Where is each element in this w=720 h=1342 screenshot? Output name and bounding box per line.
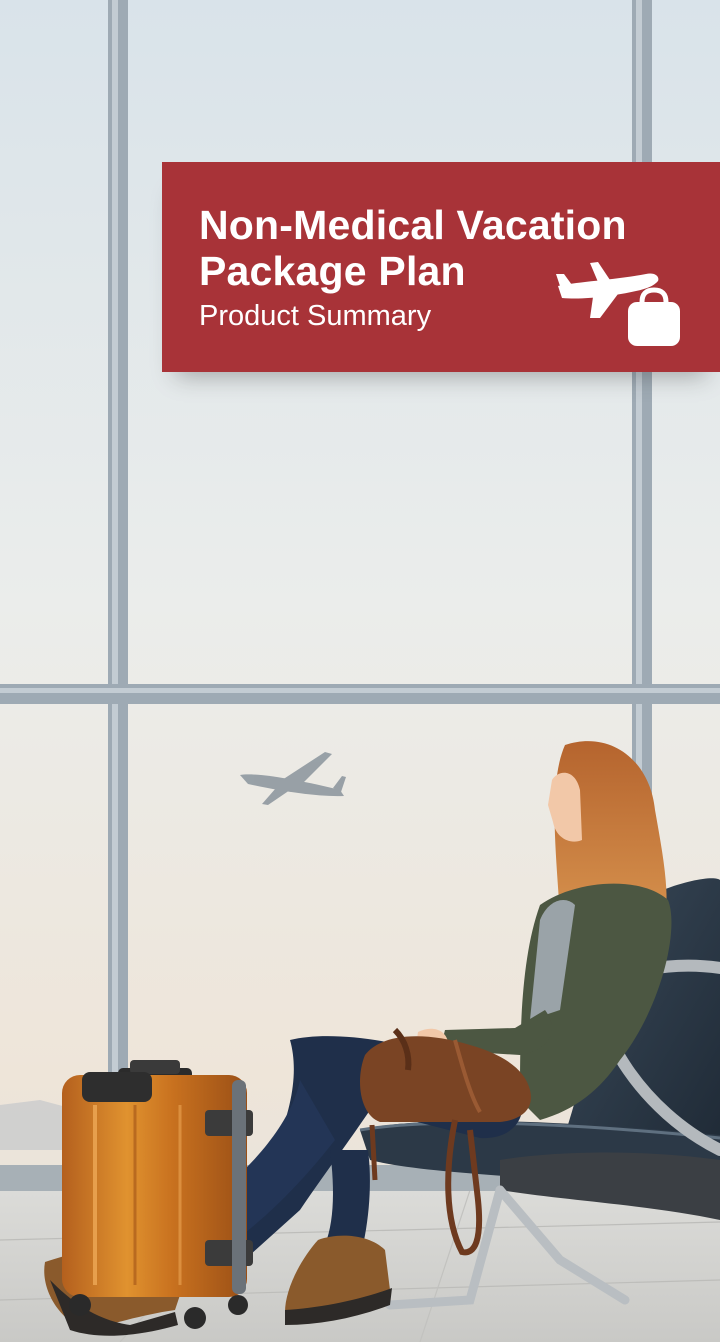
- brochure-cover: Non-Medical Vacation Package Plan Produc…: [0, 0, 720, 1342]
- airplane-with-suitcase-icon: [556, 262, 680, 346]
- title-line-1: Non-Medical Vacation: [199, 202, 627, 248]
- suitcase-icon: [628, 287, 680, 346]
- title-banner: Non-Medical Vacation Package Plan Produc…: [162, 162, 720, 372]
